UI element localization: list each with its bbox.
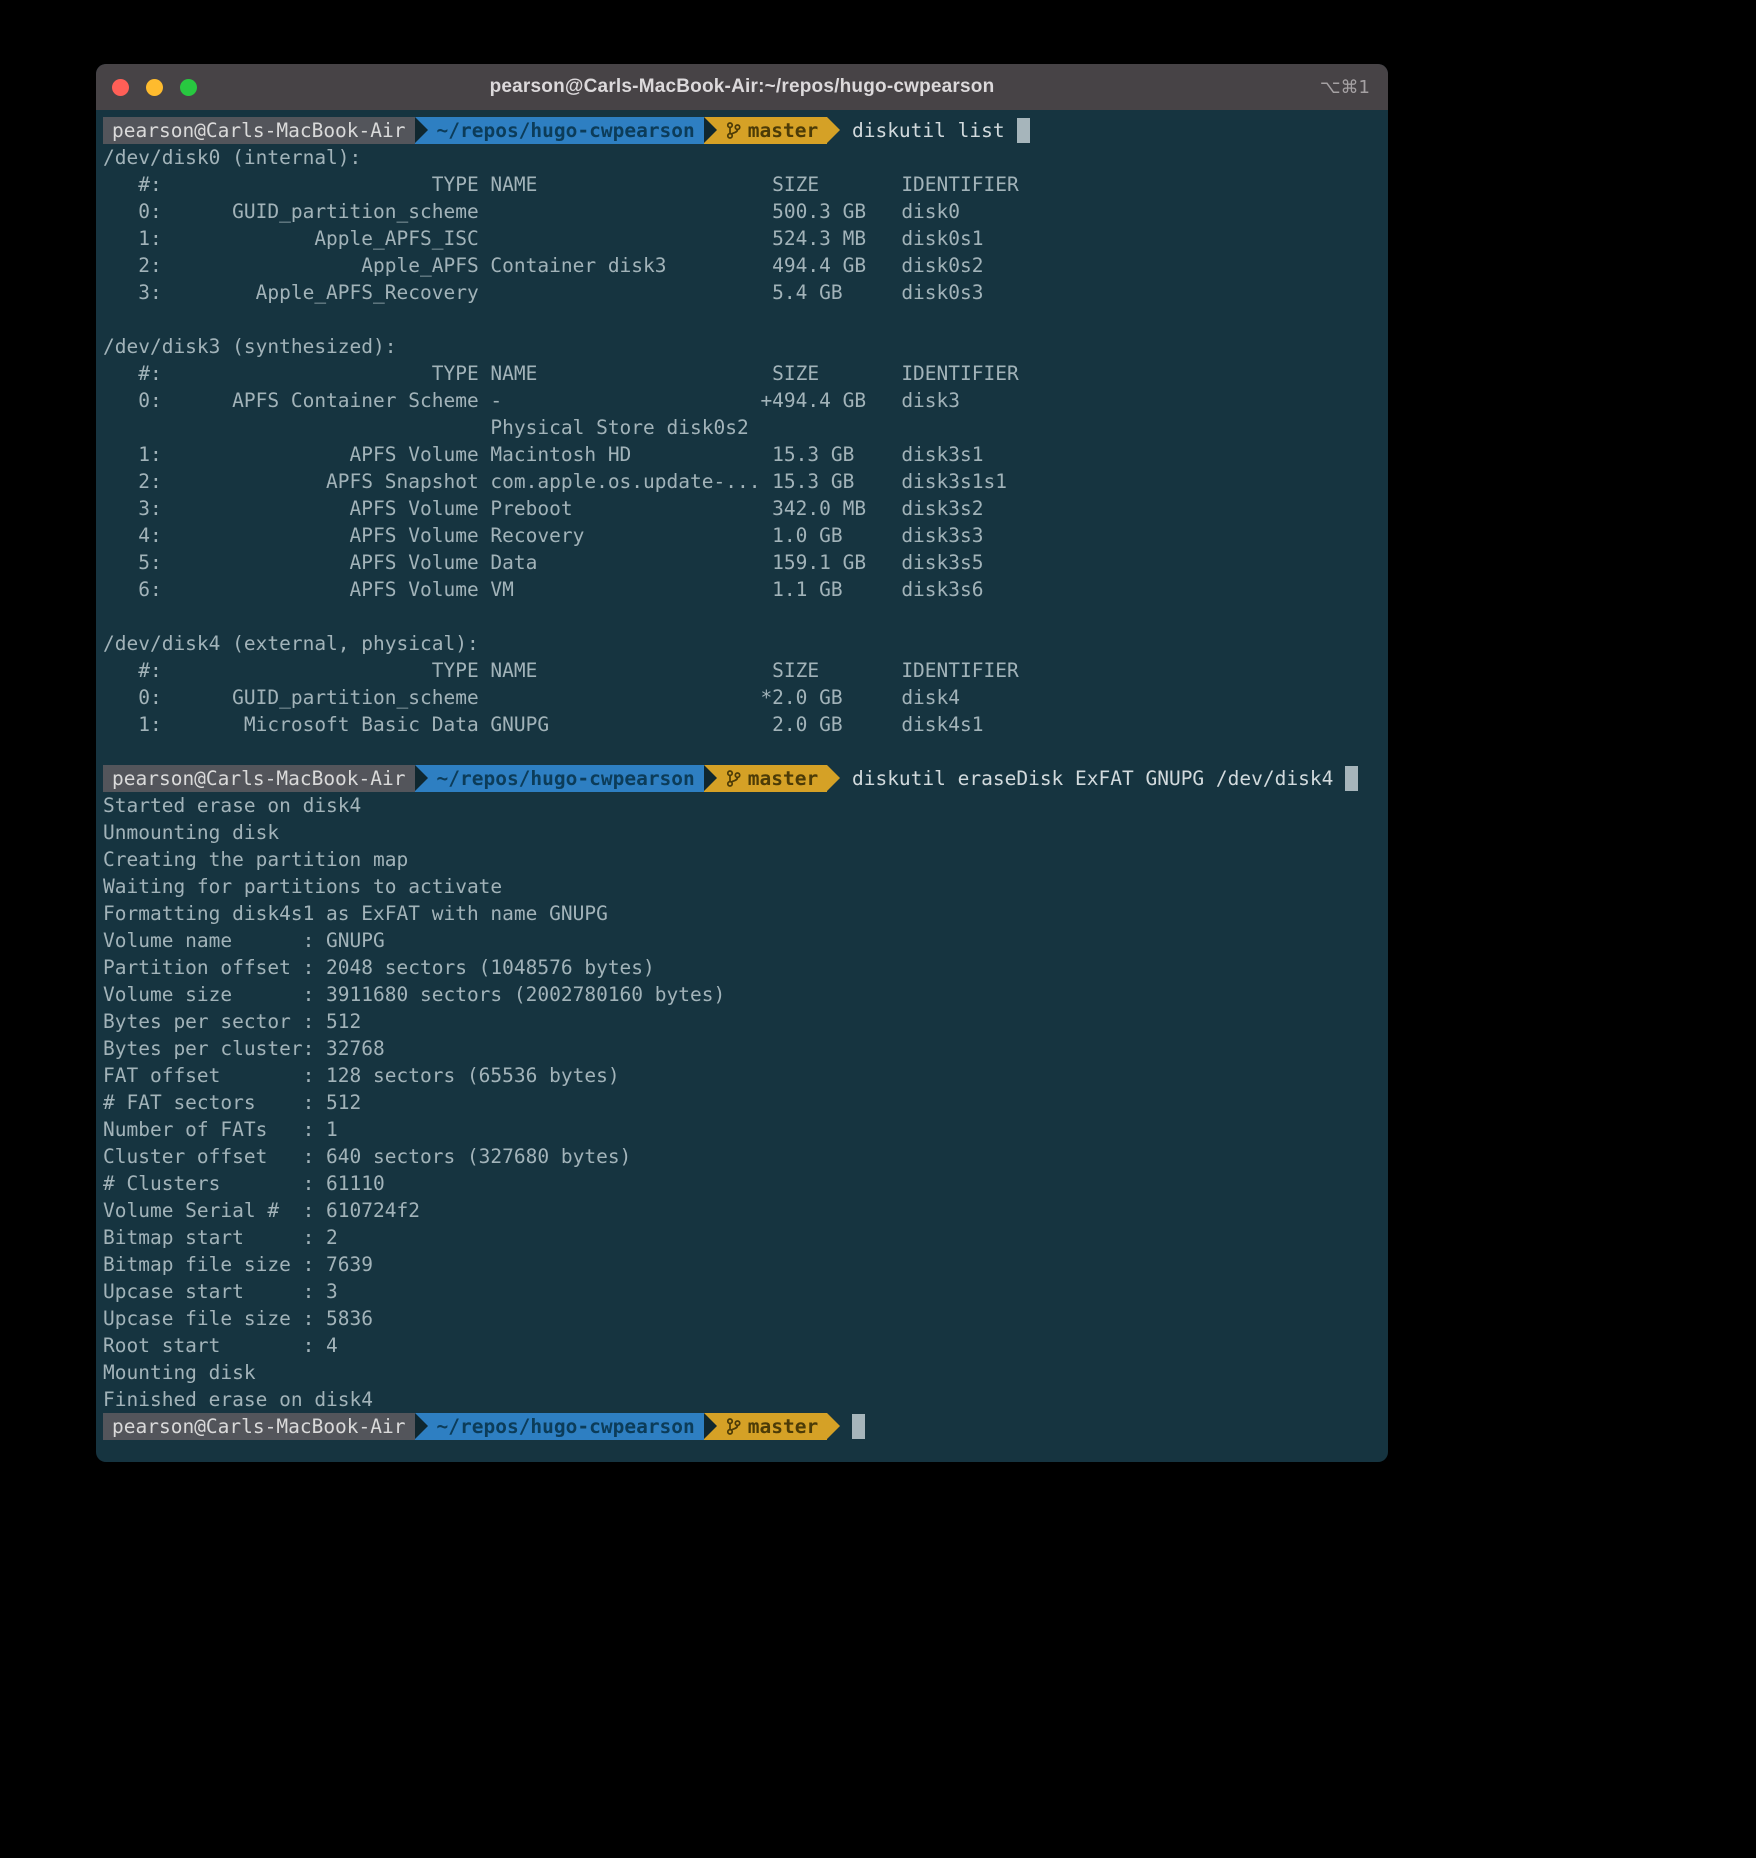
prompt-line: pearson@Carls-MacBook-Air ~/repos/hugo-c… xyxy=(103,1413,1381,1440)
output-line: Finished erase on disk4 xyxy=(103,1386,1381,1413)
prompt-user-segment: pearson@Carls-MacBook-Air xyxy=(103,1413,415,1440)
output-line: Upcase file size : 5836 xyxy=(103,1305,1381,1332)
output-line: /dev/disk3 (synthesized): xyxy=(103,333,1381,360)
output-line: Waiting for partitions to activate xyxy=(103,873,1381,900)
output-line: 3: APFS Volume Preboot 342.0 MB disk3s2 xyxy=(103,495,1381,522)
prompt-branch-segment: master xyxy=(717,765,827,792)
output-line: # FAT sectors : 512 xyxy=(103,1089,1381,1116)
output-line: Unmounting disk xyxy=(103,819,1381,846)
output-line: /dev/disk0 (internal): xyxy=(103,144,1381,171)
zoom-button[interactable] xyxy=(180,79,197,96)
output-line: 4: APFS Volume Recovery 1.0 GB disk3s3 xyxy=(103,522,1381,549)
output-line: #: TYPE NAME SIZE IDENTIFIER xyxy=(103,171,1381,198)
git-branch-name: master xyxy=(748,117,818,144)
terminal-body[interactable]: pearson@Carls-MacBook-Air ~/repos/hugo-c… xyxy=(96,110,1388,1440)
minimize-button[interactable] xyxy=(146,79,163,96)
output-line: #: TYPE NAME SIZE IDENTIFIER xyxy=(103,657,1381,684)
output-line: Volume size : 3911680 sectors (200278016… xyxy=(103,981,1381,1008)
output-line: Volume name : GNUPG xyxy=(103,927,1381,954)
output-line: /dev/disk4 (external, physical): xyxy=(103,630,1381,657)
output-line: Physical Store disk0s2 xyxy=(103,414,1381,441)
output-line: 2: Apple_APFS Container disk3 494.4 GB d… xyxy=(103,252,1381,279)
window-title: pearson@Carls-MacBook-Air:~/repos/hugo-c… xyxy=(490,76,995,98)
command-text: diskutil eraseDisk ExFAT GNUPG /dev/disk… xyxy=(840,765,1333,792)
output-line: 5: APFS Volume Data 159.1 GB disk3s5 xyxy=(103,549,1381,576)
git-branch-name: master xyxy=(748,765,818,792)
git-branch-icon xyxy=(726,1417,741,1436)
output-line: Creating the partition map xyxy=(103,846,1381,873)
output-line: Root start : 4 xyxy=(103,1332,1381,1359)
output-line: 3: Apple_APFS_Recovery 5.4 GB disk0s3 xyxy=(103,279,1381,306)
output-line: #: TYPE NAME SIZE IDENTIFIER xyxy=(103,360,1381,387)
output-line: FAT offset : 128 sectors (65536 bytes) xyxy=(103,1062,1381,1089)
prompt-path-segment: ~/repos/hugo-cwpearson xyxy=(428,1413,704,1440)
output-line: Bytes per cluster: 32768 xyxy=(103,1035,1381,1062)
output-line: Number of FATs : 1 xyxy=(103,1116,1381,1143)
output-line: 6: APFS Volume VM 1.1 GB disk3s6 xyxy=(103,576,1381,603)
output-line: Started erase on disk4 xyxy=(103,792,1381,819)
powerline-separator-icon xyxy=(827,117,840,144)
window-shortcut-badge: ⌥⌘1 xyxy=(1320,64,1370,110)
output-line: Cluster offset : 640 sectors (327680 byt… xyxy=(103,1143,1381,1170)
terminal-cursor xyxy=(852,1414,865,1439)
powerline-separator-icon xyxy=(704,117,717,144)
git-branch-icon xyxy=(726,121,741,140)
prompt-path-segment: ~/repos/hugo-cwpearson xyxy=(428,765,704,792)
output-line: # Clusters : 61110 xyxy=(103,1170,1381,1197)
prompt-branch-segment: master xyxy=(717,1413,827,1440)
output-line: 0: GUID_partition_scheme 500.3 GB disk0 xyxy=(103,198,1381,225)
prompt-user-segment: pearson@Carls-MacBook-Air xyxy=(103,765,415,792)
traffic-lights xyxy=(112,64,197,110)
prompt-line: pearson@Carls-MacBook-Air ~/repos/hugo-c… xyxy=(103,765,1381,792)
output-line: Mounting disk xyxy=(103,1359,1381,1386)
output-line: 1: Apple_APFS_ISC 524.3 MB disk0s1 xyxy=(103,225,1381,252)
output-line: 2: APFS Snapshot com.apple.os.update-...… xyxy=(103,468,1381,495)
prompt-path-segment: ~/repos/hugo-cwpearson xyxy=(428,117,704,144)
powerline-separator-icon xyxy=(827,765,840,792)
output-line: Bitmap file size : 7639 xyxy=(103,1251,1381,1278)
powerline-separator-icon xyxy=(415,117,428,144)
output-line: 0: APFS Container Scheme - +494.4 GB dis… xyxy=(103,387,1381,414)
output-line xyxy=(103,603,1381,630)
powerline-separator-icon xyxy=(415,765,428,792)
prompt-branch-segment: master xyxy=(717,117,827,144)
output-line xyxy=(103,306,1381,333)
prompt-user-segment: pearson@Carls-MacBook-Air xyxy=(103,117,415,144)
terminal-cursor xyxy=(1017,118,1030,143)
window-titlebar[interactable]: pearson@Carls-MacBook-Air:~/repos/hugo-c… xyxy=(96,64,1388,110)
output-line: Bitmap start : 2 xyxy=(103,1224,1381,1251)
output-line: 1: APFS Volume Macintosh HD 15.3 GB disk… xyxy=(103,441,1381,468)
output-line: Bytes per sector : 512 xyxy=(103,1008,1381,1035)
output-line: Upcase start : 3 xyxy=(103,1278,1381,1305)
output-line: Partition offset : 2048 sectors (1048576… xyxy=(103,954,1381,981)
git-branch-name: master xyxy=(748,1413,818,1440)
output-line: 0: GUID_partition_scheme *2.0 GB disk4 xyxy=(103,684,1381,711)
terminal-cursor xyxy=(1345,766,1358,791)
output-line: 1: Microsoft Basic Data GNUPG 2.0 GB dis… xyxy=(103,711,1381,738)
output-line: Volume Serial # : 610724f2 xyxy=(103,1197,1381,1224)
command-text: diskutil list xyxy=(840,117,1004,144)
powerline-separator-icon xyxy=(415,1413,428,1440)
powerline-separator-icon xyxy=(827,1413,840,1440)
output-line xyxy=(103,738,1381,765)
prompt-line: pearson@Carls-MacBook-Air ~/repos/hugo-c… xyxy=(103,117,1381,144)
powerline-separator-icon xyxy=(704,1413,717,1440)
close-button[interactable] xyxy=(112,79,129,96)
git-branch-icon xyxy=(726,769,741,788)
terminal-window: pearson@Carls-MacBook-Air:~/repos/hugo-c… xyxy=(96,64,1388,1462)
powerline-separator-icon xyxy=(704,765,717,792)
output-line: Formatting disk4s1 as ExFAT with name GN… xyxy=(103,900,1381,927)
